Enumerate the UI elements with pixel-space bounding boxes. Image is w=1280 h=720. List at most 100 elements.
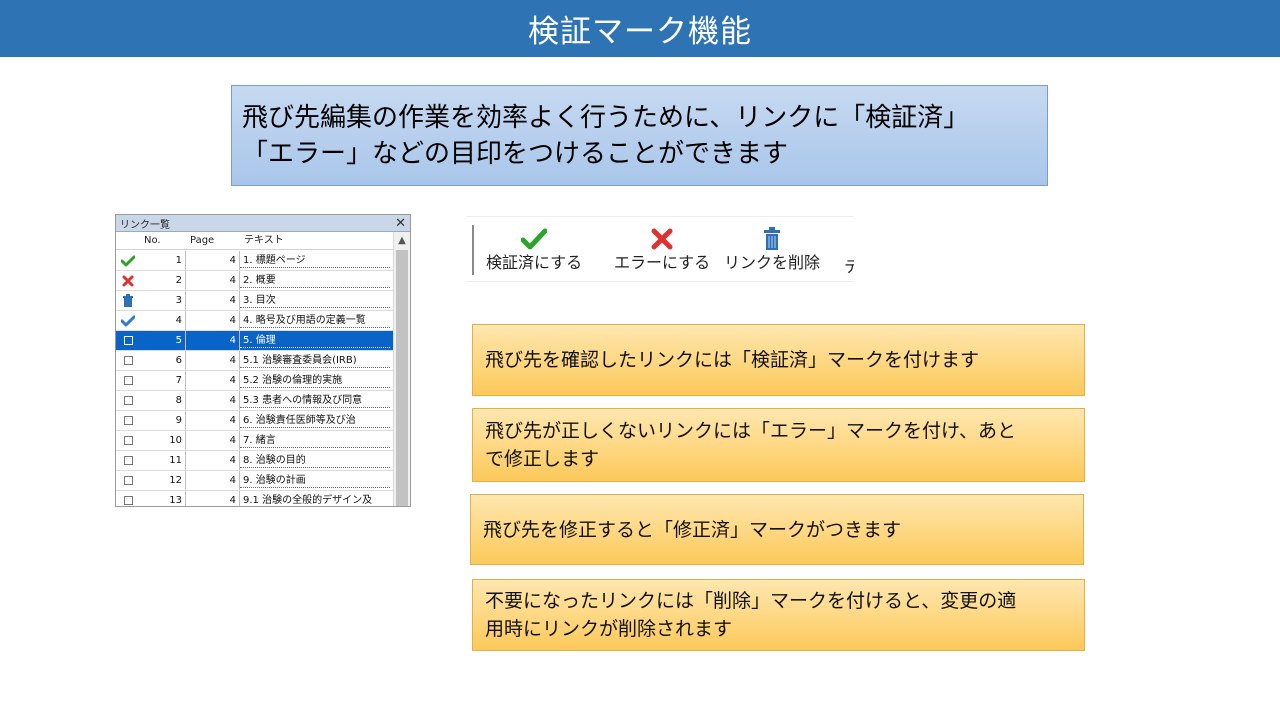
row-no: 13	[140, 491, 186, 506]
row-text: 2. 概要	[240, 271, 390, 288]
vertical-scrollbar[interactable]: ▲	[393, 232, 410, 506]
row-no: 4	[140, 311, 186, 330]
mark-toolbar: 検証済にする エラーにする リンクを削除 テ	[466, 216, 854, 282]
row-text: 9. 治験の計画	[240, 471, 390, 488]
page-title: 検証マーク機能	[528, 14, 752, 50]
table-row[interactable]: 8 4 5.3 患者への情報及び同意	[116, 391, 394, 411]
row-text: 8. 治験の目的	[240, 451, 390, 468]
delete-link-button-label: リンクを削除	[724, 253, 821, 272]
row-mark[interactable]	[116, 331, 140, 350]
row-mark[interactable]	[116, 251, 140, 270]
checkbox-icon[interactable]	[123, 496, 133, 505]
verify-button[interactable]: 検証済にする	[486, 225, 582, 273]
column-header-text[interactable]: テキスト	[240, 232, 394, 249]
row-page: 4	[186, 251, 240, 270]
row-mark[interactable]	[116, 491, 140, 506]
row-page: 4	[186, 491, 240, 506]
intro-line-1: 飛び先編集の作業を効率よく行うために、リンクに「検証済」	[242, 103, 970, 133]
intro-box: 飛び先編集の作業を効率よく行うために、リンクに「検証済」 「エラー」などの目印を…	[231, 85, 1048, 186]
row-no: 7	[140, 371, 186, 390]
row-text: 5.2 治験の倫理的実施	[240, 371, 390, 388]
column-header-no[interactable]: No.	[140, 232, 186, 249]
fixed-icon[interactable]	[121, 315, 135, 327]
table-row[interactable]: 13 4 9.1 治験の全般的デザイン及	[116, 491, 394, 506]
verified-icon[interactable]	[121, 255, 135, 267]
error-x-icon	[650, 225, 674, 253]
column-header-page[interactable]: Page	[186, 232, 240, 249]
note-delete: 不要になったリンクには「削除」マークを付けると、変更の適 用時にリンクが削除され…	[472, 579, 1085, 651]
panel-header: リンク一覧 ✕	[116, 215, 410, 232]
column-header-mark[interactable]	[116, 232, 140, 249]
table-row[interactable]: 10 4 7. 緒言	[116, 431, 394, 451]
checkbox-icon[interactable]	[123, 376, 133, 385]
checkbox-icon[interactable]	[123, 416, 133, 425]
row-page: 4	[186, 451, 240, 470]
panel-title: リンク一覧	[120, 219, 170, 231]
row-page: 4	[186, 311, 240, 330]
row-mark[interactable]	[116, 291, 140, 310]
row-page: 4	[186, 351, 240, 370]
table-row[interactable]: 5 4 5. 倫理	[116, 331, 394, 351]
row-page: 4	[186, 471, 240, 490]
row-mark[interactable]	[116, 411, 140, 430]
row-mark[interactable]	[116, 351, 140, 370]
checkbox-icon[interactable]	[123, 396, 133, 405]
row-text: 7. 緒言	[240, 431, 390, 448]
delete-link-button[interactable]: リンクを削除	[724, 225, 820, 273]
row-no: 9	[140, 411, 186, 430]
checkbox-icon[interactable]	[123, 336, 133, 345]
table-row[interactable]: 4 4 4. 略号及び用語の定義一覧	[116, 311, 394, 331]
row-mark[interactable]	[116, 471, 140, 490]
row-mark[interactable]	[116, 391, 140, 410]
table-row[interactable]: 6 4 5.1 治験審査委員会(IRB)	[116, 351, 394, 371]
checkbox-icon[interactable]	[123, 456, 133, 465]
intro-line-2: 「エラー」などの目印をつけることができます	[242, 139, 789, 169]
row-text: 3. 目次	[240, 291, 390, 308]
checkbox-icon[interactable]	[123, 436, 133, 445]
row-mark[interactable]	[116, 431, 140, 450]
row-text: 4. 略号及び用語の定義一覧	[240, 311, 390, 328]
delete-icon[interactable]	[123, 294, 133, 307]
row-page: 4	[186, 271, 240, 290]
note-delete-line-2: 用時にリンクが削除されます	[485, 618, 733, 640]
row-page: 4	[186, 411, 240, 430]
row-page: 4	[186, 391, 240, 410]
scroll-up-icon[interactable]: ▲	[394, 232, 410, 248]
row-no: 12	[140, 471, 186, 490]
scroll-thumb[interactable]	[396, 250, 408, 506]
truncated-button-label[interactable]: テ	[844, 253, 854, 277]
table-row[interactable]: 1 4 1. 標題ページ	[116, 251, 394, 271]
row-text: 6. 治験責任医師等及び治	[240, 411, 390, 428]
row-no: 6	[140, 351, 186, 370]
close-icon[interactable]: ✕	[395, 217, 406, 230]
row-mark[interactable]	[116, 271, 140, 290]
row-text: 1. 標題ページ	[240, 251, 390, 268]
row-page: 4	[186, 431, 240, 450]
error-icon[interactable]	[122, 275, 134, 287]
row-text: 5. 倫理	[240, 331, 390, 348]
note-verified-text: 飛び先を確認したリンクには「検証済」マークを付けます	[485, 349, 980, 371]
checkbox-icon[interactable]	[123, 476, 133, 485]
table-row[interactable]: 9 4 6. 治験責任医師等及び治	[116, 411, 394, 431]
table-row[interactable]: 7 4 5.2 治験の倫理的実施	[116, 371, 394, 391]
row-mark[interactable]	[116, 371, 140, 390]
checkbox-icon[interactable]	[123, 356, 133, 365]
row-mark[interactable]	[116, 311, 140, 330]
note-error-line-2: で修正します	[485, 448, 600, 470]
note-verified: 飛び先を確認したリンクには「検証済」マークを付けます	[472, 324, 1085, 396]
note-delete-line-1: 不要になったリンクには「削除」マークを付けると、変更の適	[485, 590, 1017, 612]
row-mark[interactable]	[116, 451, 140, 470]
error-button[interactable]: エラーにする	[614, 225, 710, 273]
table-row[interactable]: 3 4 3. 目次	[116, 291, 394, 311]
row-text: 5.3 患者への情報及び同意	[240, 391, 390, 408]
link-list-panel: リンク一覧 ✕ No. Page テキスト 1 4 1. 標題ページ 2 4 2. 概要 3…	[115, 214, 411, 507]
table-row[interactable]: 12 4 9. 治験の計画	[116, 471, 394, 491]
table-row[interactable]: 11 4 8. 治験の目的	[116, 451, 394, 471]
toolbar-separator	[472, 225, 474, 275]
row-no: 11	[140, 451, 186, 470]
note-error-line-1: 飛び先が正しくないリンクには「エラー」マークを付け、あと	[485, 420, 1017, 442]
note-fixed-text: 飛び先を修正すると「修正済」マークがつきます	[483, 518, 902, 541]
table-row[interactable]: 2 4 2. 概要	[116, 271, 394, 291]
row-page: 4	[186, 291, 240, 310]
column-header: No. Page テキスト	[116, 232, 394, 250]
